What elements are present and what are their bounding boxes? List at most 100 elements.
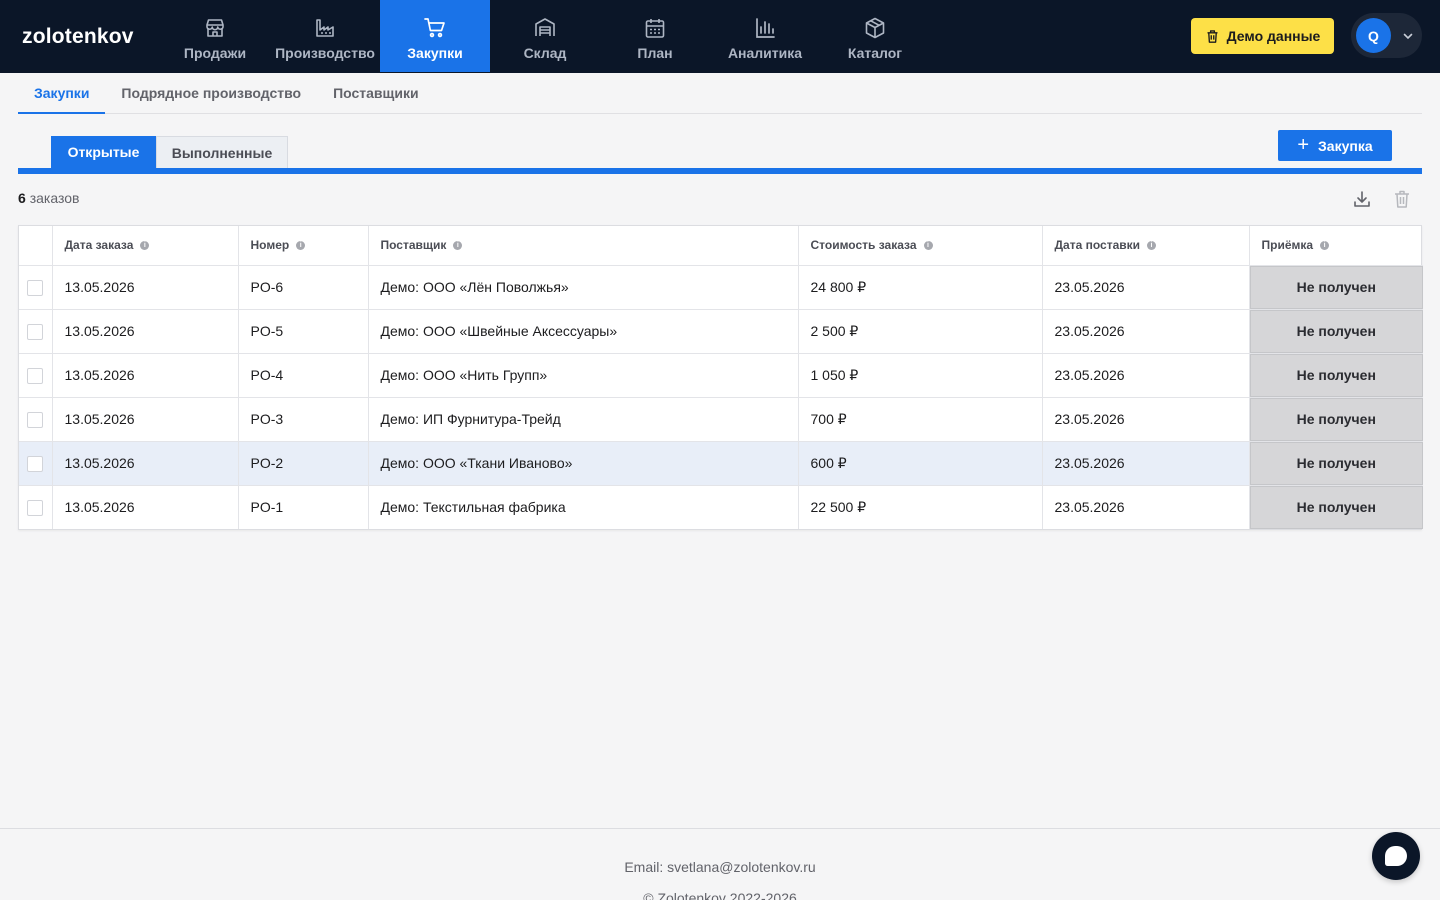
chat-widget-button[interactable]	[1372, 832, 1420, 880]
cell-order-cost: 600 ₽	[798, 441, 1043, 486]
receive-status-button[interactable]: Не получен	[1249, 309, 1423, 353]
nav-item-label: Аналитика	[727, 44, 803, 61]
info-icon[interactable]: i	[923, 241, 933, 251]
logo[interactable]: zolotenkov	[0, 0, 160, 73]
receive-status-button[interactable]: Не получен	[1249, 485, 1423, 529]
table-row[interactable]: 13.05.2026 PO-2 Демо: ООО «Ткани Иваново…	[19, 441, 1423, 486]
row-checkbox[interactable]	[27, 499, 44, 516]
demo-data-label: Демо данные	[1226, 28, 1321, 44]
footer-email[interactable]: Email: svetlana@zolotenkov.ru	[0, 859, 1440, 875]
column-header-number[interactable]: Номер i	[238, 226, 369, 266]
add-purchase-label: Закупка	[1318, 137, 1373, 154]
cell-number: PO-6	[238, 265, 369, 310]
table-row[interactable]: 13.05.2026 PO-4 Демо: ООО «Нить Групп» 1…	[19, 353, 1423, 398]
info-icon[interactable]: i	[1147, 241, 1157, 251]
nav-item-label: План	[637, 44, 673, 61]
column-header-label: Поставщик	[380, 238, 447, 253]
row-checkbox[interactable]	[27, 411, 44, 428]
cell-number: PO-5	[238, 309, 369, 354]
download-icon[interactable]	[1352, 189, 1372, 209]
segment-underline	[18, 168, 1422, 174]
info-icon[interactable]: i	[1320, 241, 1330, 251]
cell-receiving: Не получен	[1249, 353, 1423, 398]
row-select-cell	[19, 485, 53, 529]
cell-supplier: Демо: ООО «Нить Групп»	[368, 353, 799, 398]
row-select-cell	[19, 441, 53, 486]
nav-item-catalog[interactable]: Каталог	[820, 0, 930, 72]
row-select-cell	[19, 309, 53, 354]
chevron-down-icon	[1403, 33, 1413, 39]
cell-delivery-date: 23.05.2026	[1042, 441, 1250, 486]
tab-contract-production[interactable]: Подрядное производство	[105, 73, 317, 113]
cell-receiving: Не получен	[1249, 265, 1423, 310]
row-checkbox[interactable]	[27, 323, 44, 340]
receive-status-button[interactable]: Не получен	[1249, 397, 1423, 441]
orders-count: 6 заказов	[18, 190, 79, 206]
cell-order-date: 13.05.2026	[52, 485, 239, 529]
tab-suppliers[interactable]: Поставщики	[317, 73, 435, 113]
segment-completed[interactable]: Выполненные	[156, 136, 288, 168]
receive-status-button[interactable]: Не получен	[1249, 353, 1423, 397]
plus-icon: +	[1297, 133, 1310, 156]
info-icon[interactable]: i	[296, 241, 306, 251]
row-checkbox[interactable]	[27, 455, 44, 472]
factory-icon	[316, 18, 334, 37]
nav-item-label: Производство	[275, 44, 375, 61]
box-icon	[865, 17, 885, 38]
row-checkbox[interactable]	[27, 367, 44, 384]
footer: Email: svetlana@zolotenkov.ru © Zolotenk…	[0, 828, 1440, 900]
select-all-cell	[19, 226, 53, 266]
column-header-supplier[interactable]: Поставщик i	[368, 226, 799, 266]
cell-order-cost: 24 800 ₽	[798, 265, 1043, 310]
cell-delivery-date: 23.05.2026	[1042, 309, 1250, 354]
tab-purchases[interactable]: Закупки	[18, 73, 106, 114]
cart-icon	[424, 17, 445, 37]
segment-open[interactable]: Открытые	[51, 136, 156, 168]
cell-order-date: 13.05.2026	[52, 265, 239, 310]
column-header-delivery-date[interactable]: Дата поставки i	[1042, 226, 1250, 266]
cell-receiving: Не получен	[1249, 485, 1423, 529]
nav-item-purchases[interactable]: Закупки	[380, 0, 490, 72]
nav-item-plan[interactable]: План	[600, 0, 710, 72]
cell-supplier: Демо: Текстильная фабрика	[368, 485, 799, 529]
column-header-order-date[interactable]: Дата заказа i	[52, 226, 239, 266]
info-icon[interactable]: i	[140, 241, 150, 251]
row-checkbox[interactable]	[27, 279, 44, 296]
table-row[interactable]: 13.05.2026 PO-1 Демо: Текстильная фабрик…	[19, 485, 1423, 529]
main-nav: Продажи Производство Закупки Склад План	[160, 0, 930, 73]
user-menu[interactable]: Q	[1351, 13, 1422, 58]
nav-item-production[interactable]: Производство	[270, 0, 380, 72]
receive-status-button[interactable]: Не получен	[1249, 441, 1423, 485]
row-select-cell	[19, 353, 53, 398]
cell-order-cost: 700 ₽	[798, 397, 1043, 442]
orders-count-value: 6	[18, 190, 26, 206]
cell-delivery-date: 23.05.2026	[1042, 397, 1250, 442]
nav-item-sales[interactable]: Продажи	[160, 0, 270, 72]
footer-copyright: © Zolotenkov 2022-2026	[643, 890, 797, 900]
cell-delivery-date: 23.05.2026	[1042, 485, 1250, 529]
table-header-row: Дата заказа i Номер i Поставщик i Стоимость…	[19, 226, 1423, 266]
purchases-table: Дата заказа i Номер i Поставщик i Стоимость…	[18, 225, 1423, 530]
cell-order-date: 13.05.2026	[52, 309, 239, 354]
info-icon[interactable]: i	[453, 241, 463, 251]
column-header-receiving[interactable]: Приёмка i	[1249, 226, 1423, 266]
table-row[interactable]: 13.05.2026 PO-6 Демо: ООО «Лён Поволжья»…	[19, 265, 1423, 310]
nav-item-warehouse[interactable]: Склад	[490, 0, 600, 72]
delete-icon[interactable]	[1392, 189, 1412, 209]
demo-data-button[interactable]: Демо данные	[1191, 18, 1334, 54]
nav-item-label: Продажи	[183, 44, 247, 61]
column-header-order-cost[interactable]: Стоимость заказа i	[798, 226, 1043, 266]
table-row[interactable]: 13.05.2026 PO-3 Демо: ИП Фурнитура-Трейд…	[19, 397, 1423, 442]
table-row[interactable]: 13.05.2026 PO-5 Демо: ООО «Швейные Аксес…	[19, 309, 1423, 354]
cell-order-date: 13.05.2026	[52, 353, 239, 398]
add-purchase-button[interactable]: + Закупка	[1278, 130, 1392, 161]
section-tabs: Закупки Подрядное производство Поставщик…	[18, 73, 1422, 114]
cell-number: PO-1	[238, 485, 369, 529]
cell-number: PO-3	[238, 397, 369, 442]
receive-status-button[interactable]: Не получен	[1249, 265, 1423, 309]
nav-item-analytics[interactable]: Аналитика	[710, 0, 820, 72]
cell-receiving: Не получен	[1249, 397, 1423, 442]
cell-order-date: 13.05.2026	[52, 397, 239, 442]
row-select-cell	[19, 265, 53, 310]
cell-delivery-date: 23.05.2026	[1042, 265, 1250, 310]
